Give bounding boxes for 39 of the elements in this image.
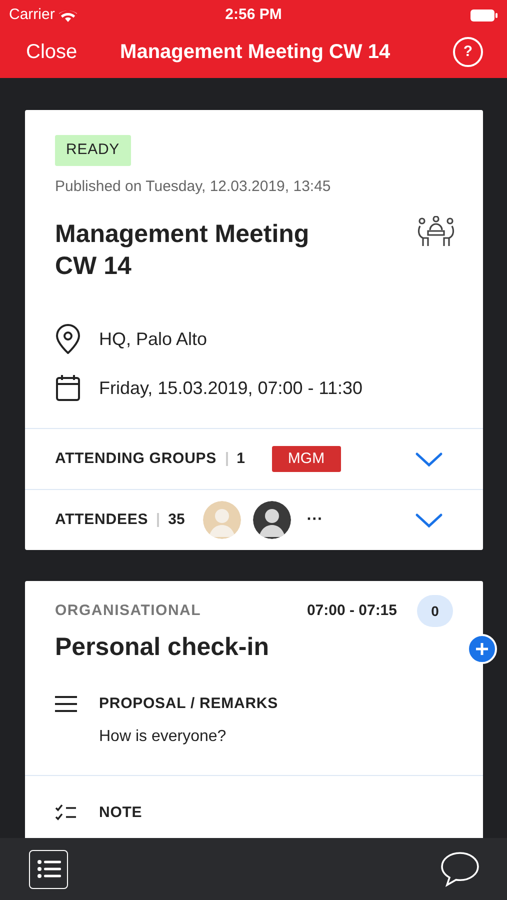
location-pin-icon	[55, 324, 81, 354]
section-count: 1	[236, 448, 245, 469]
chat-bubble-icon[interactable]	[440, 851, 480, 887]
agenda-title: Personal check-in	[55, 632, 269, 663]
status-time: 2:56 PM	[225, 4, 282, 25]
carrier-label: Carrier	[9, 4, 55, 25]
list-button[interactable]	[29, 850, 68, 888]
checklist-icon	[55, 804, 77, 822]
section-label: ATTENDEES	[55, 510, 148, 530]
lines-icon	[55, 694, 77, 713]
location-text: HQ, Palo Alto	[99, 328, 208, 350]
battery-icon	[470, 8, 498, 22]
date-text: Friday, 15.03.2019, 07:00 - 11:30	[99, 376, 363, 400]
nav-title: Management Meeting CW 14	[120, 40, 390, 65]
chevron-icon[interactable]	[415, 451, 443, 467]
group-tag: MGM	[272, 446, 341, 472]
calendar-icon	[55, 374, 81, 402]
chevron-icon[interactable]	[415, 512, 443, 528]
add-button[interactable]	[467, 634, 497, 664]
close-button[interactable]: Close	[26, 37, 78, 67]
section-label: ATTENDING GROUPS	[55, 448, 217, 469]
field-label: NOTE	[99, 803, 142, 823]
field-label: PROPOSAL / REMARKS	[99, 694, 278, 714]
status-badge: READY	[55, 135, 131, 166]
comment-count-badge[interactable]: 0	[417, 595, 453, 627]
agenda-time: 07:00 - 07:15	[306, 600, 397, 621]
agenda-category: ORGANISATIONAL	[55, 600, 202, 621]
help-button[interactable]: ?	[453, 37, 483, 67]
wifi-icon	[58, 8, 77, 22]
section-count: 35	[168, 510, 185, 530]
avatar	[202, 501, 241, 539]
meeting-title: Management Meeting CW 14	[55, 219, 310, 282]
meeting-people-icon	[417, 216, 455, 248]
more-attendees[interactable]: ···	[306, 508, 323, 532]
published-date: Published on Tuesday, 12.03.2019, 13:45	[55, 176, 332, 196]
list-icon	[36, 859, 60, 879]
avatar	[252, 501, 291, 539]
plus-icon	[475, 642, 489, 656]
field-value: How is everyone?	[98, 727, 228, 747]
